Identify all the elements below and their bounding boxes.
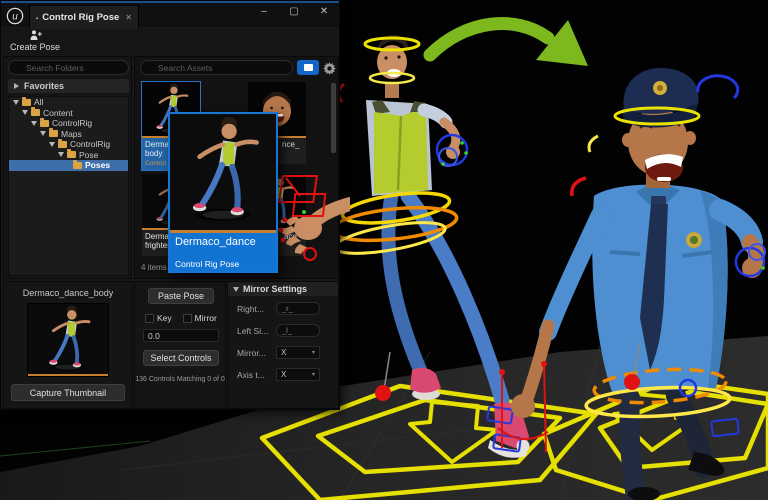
search-assets-input[interactable] — [140, 60, 293, 75]
gear-icon[interactable] — [323, 62, 336, 75]
tab-title: Control Rig Pose — [42, 12, 119, 23]
left-side-field[interactable]: _l_ — [276, 324, 320, 337]
pose-thumbnail — [27, 303, 109, 377]
favorites-header[interactable]: Favorites — [8, 79, 129, 93]
svg-text:u: u — [12, 12, 18, 23]
controls-matching-status: 136 Controls Matching 0 of 0 — [135, 376, 225, 383]
asset-tooltip: Dermaco_dance Control Rig Pose — [168, 112, 278, 273]
foot-sphere-gizmo[interactable] — [375, 385, 391, 401]
mirror-label: Mirror — [195, 313, 217, 323]
chevron-down-icon — [13, 100, 19, 105]
folder-tree: All Content ControlRig Maps ControlR — [8, 96, 129, 276]
folder-icon — [304, 64, 313, 71]
title-bar[interactable]: u Control Rig Pose ✕ – ▢ ✕ — [1, 1, 339, 27]
close-tab-icon[interactable]: ✕ — [125, 13, 132, 22]
search-folders-input[interactable] — [8, 60, 129, 75]
path-picker-button[interactable] — [297, 60, 319, 75]
mirror-axis-dropdown[interactable]: X ▾ — [276, 346, 320, 359]
blend-value-field[interactable]: 0.0 — [143, 329, 219, 342]
paste-pose-button[interactable]: Paste Pose — [148, 288, 214, 304]
chevron-down-icon — [31, 121, 37, 126]
close-icon[interactable]: ✕ — [317, 6, 331, 17]
tooltip-title: Dermaco_dance — [170, 233, 276, 248]
tab-control-rig-pose[interactable]: Control Rig Pose ✕ — [29, 5, 139, 29]
folders-panel: Favorites All Content ControlRig — [3, 56, 132, 279]
chevron-down-icon — [58, 152, 64, 157]
pose-name-label: Dermaco_dance_body — [4, 288, 132, 298]
chevron-down-icon: ▾ — [312, 349, 315, 356]
foot-sphere-gizmo[interactable] — [624, 374, 640, 390]
chevron-down-icon — [233, 287, 239, 292]
tree-item-controlrig2[interactable]: ControlRig — [9, 139, 128, 150]
folder-icon — [58, 141, 67, 148]
asset-type-bar — [28, 374, 108, 376]
folder-icon — [31, 109, 40, 116]
create-pose-label: Create Pose — [10, 42, 60, 52]
chevron-down-icon: ▾ — [312, 371, 315, 378]
tooltip-thumbnail — [170, 114, 276, 230]
chevron-down-icon — [40, 131, 46, 136]
tree-item-poses[interactable]: Poses — [9, 160, 128, 171]
create-pose-icon — [29, 30, 42, 41]
screen: u Control Rig Pose ✕ – ▢ ✕ — [0, 0, 768, 500]
minimize-icon[interactable]: – — [257, 6, 271, 17]
axis-to-flip-dropdown[interactable]: X ▾ — [276, 368, 320, 381]
left-side-label: Left Si... — [237, 326, 268, 336]
folder-icon — [22, 99, 31, 106]
capture-thumbnail-button[interactable]: Capture Thumbnail — [11, 384, 125, 401]
mirror-checkbox[interactable] — [183, 314, 192, 323]
key-checkbox[interactable] — [145, 314, 154, 323]
select-controls-button[interactable]: Select Controls — [143, 350, 219, 366]
folder-icon — [67, 151, 76, 158]
pose-tools-panel: Paste Pose Key Mirror 0.0 Select Control… — [134, 281, 226, 409]
mirror-settings-panel: Mirror Settings Right... _r_ Left Si... … — [227, 281, 339, 409]
assets-scrollbar[interactable] — [331, 83, 336, 153]
right-side-label: Right... — [237, 304, 264, 314]
right-side-field[interactable]: _r_ — [276, 302, 320, 315]
key-label: Key — [157, 313, 172, 323]
chevron-down-icon — [22, 110, 28, 115]
mirror-axis-label: Mirror... — [237, 348, 266, 358]
current-pose-panel: Dermaco_dance_body Capture Thumbnail — [3, 281, 133, 409]
folder-icon — [40, 120, 49, 127]
folder-icon — [49, 130, 58, 137]
tooltip-subtitle: Control Rig Pose — [170, 248, 276, 269]
dancer-hand-red-gizmo[interactable] — [276, 168, 350, 268]
axis-to-flip-label: Axis t... — [237, 370, 265, 380]
create-pose-button[interactable]: Create Pose — [7, 30, 63, 52]
window-toolbar: Create Pose — [1, 29, 339, 56]
maximize-icon[interactable]: ▢ — [287, 6, 301, 17]
chevron-down-icon — [49, 142, 55, 147]
unreal-logo: u — [6, 7, 24, 25]
folder-icon — [73, 162, 82, 169]
tree-item-controlrig[interactable]: ControlRig — [9, 118, 128, 129]
tree-item-all[interactable]: All — [9, 97, 128, 108]
chevron-right-icon — [14, 83, 19, 89]
tree-item-maps[interactable]: Maps — [9, 129, 128, 140]
mirror-settings-header[interactable]: Mirror Settings — [228, 282, 338, 296]
tree-item-pose[interactable]: Pose — [9, 150, 128, 161]
tree-item-content[interactable]: Content — [9, 108, 128, 119]
person-icon — [36, 13, 38, 23]
